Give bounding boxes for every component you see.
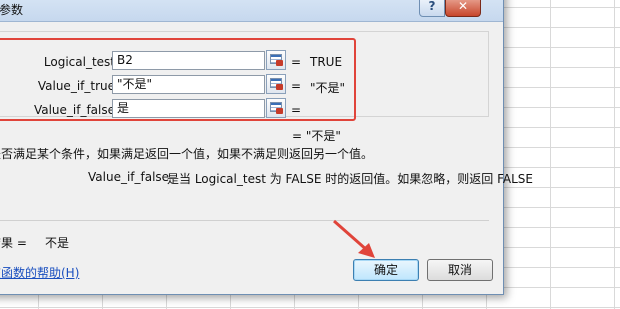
ok-button[interactable]: 确定 <box>353 259 419 281</box>
function-help-link[interactable]: 该函数的帮助(H) <box>0 264 79 281</box>
function-description: 是否满足某个条件，如果满足返回一个值，如果不满足则返回另一个值。 <box>0 147 374 161</box>
question-mark-icon[interactable] <box>419 0 445 17</box>
cancel-button[interactable]: 取消 <box>427 259 493 281</box>
annotation-highlight-box <box>0 38 356 121</box>
calc-result-label: 结果 = <box>0 236 27 250</box>
calc-result-value: 不是 <box>45 236 70 250</box>
separator <box>0 220 489 221</box>
formula-result-preview: = "不是" <box>292 129 341 143</box>
function-arguments-dialog: 参数 Logical_test B2 = TRUE Value_if_true … <box>0 0 533 295</box>
title-bar[interactable]: 参数 <box>0 0 503 22</box>
param-help-text: 是当 Logical_test 为 FALSE 时的返回值。如果忽略，则返回 F… <box>167 172 533 186</box>
dialog-title: 参数 <box>0 3 24 17</box>
param-help-name: Value_if_false <box>88 170 170 184</box>
close-icon[interactable] <box>445 0 481 17</box>
